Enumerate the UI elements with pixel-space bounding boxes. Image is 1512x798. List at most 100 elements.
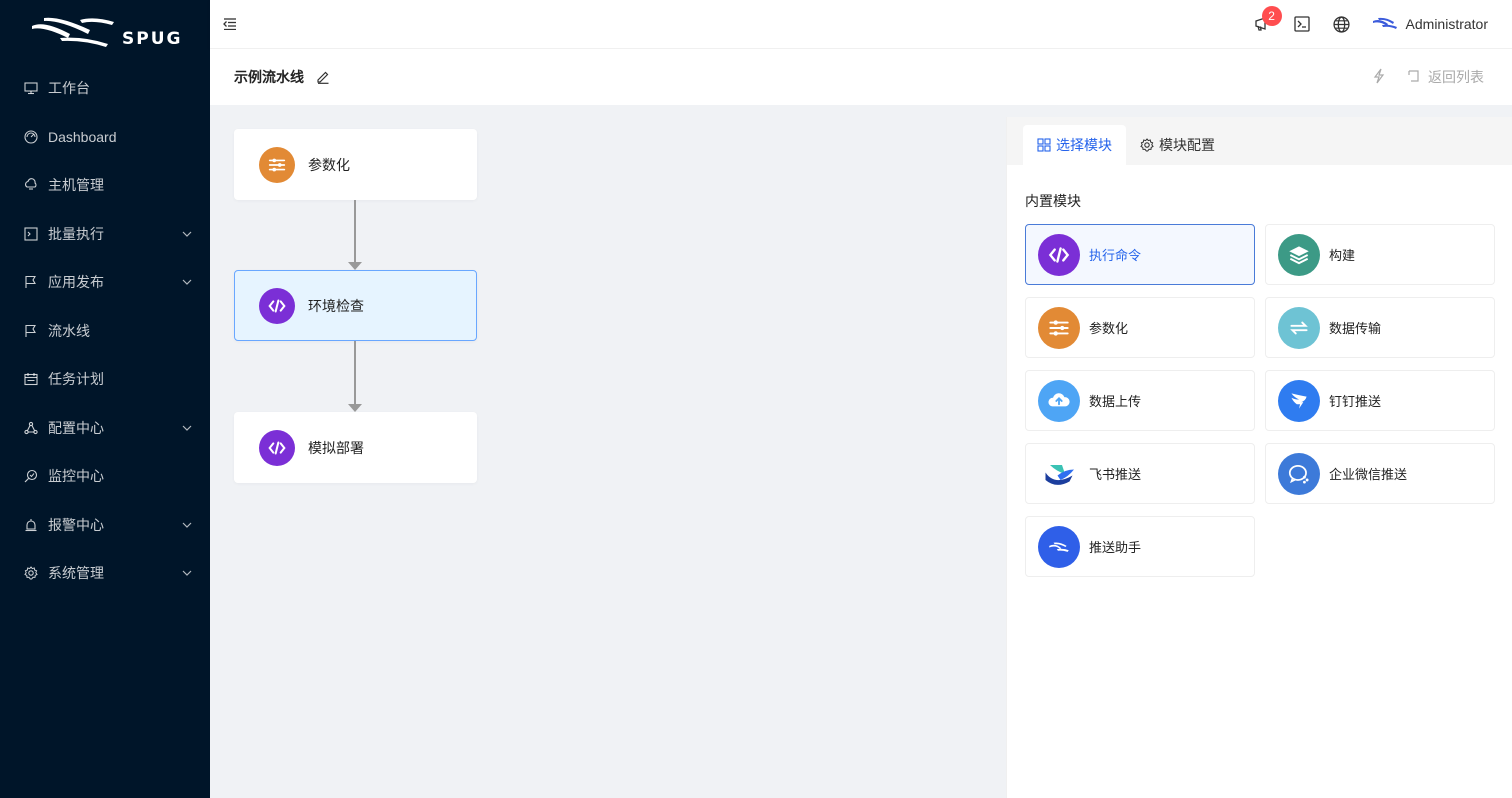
transfer-icon — [1278, 306, 1320, 349]
flag-icon — [24, 324, 38, 338]
arrow-down-icon — [348, 262, 362, 270]
flag-icon — [24, 275, 38, 289]
tab-label: 模块配置 — [1159, 137, 1215, 153]
appstore-icon — [1037, 138, 1051, 152]
wecom-icon — [1278, 452, 1320, 495]
sidebar-item-label: 工作台 — [48, 80, 90, 97]
sidebar-item-6[interactable]: 任务计划 — [0, 355, 210, 404]
module-card-label: 企业微信推送 — [1329, 467, 1408, 482]
tab-1[interactable]: 模块配置 — [1126, 125, 1229, 165]
sidebar-item-label: 配置中心 — [48, 419, 104, 436]
sidebar-item-1[interactable]: Dashboard — [0, 113, 210, 162]
sidebar-item-0[interactable]: 工作台 — [0, 64, 210, 113]
sidebar-item-label: 批量执行 — [48, 225, 104, 242]
pipeline-canvas: 参数化环境检查模拟部署 — [210, 105, 1006, 798]
module-card[interactable]: 推送助手 — [1025, 516, 1255, 577]
rollback-icon — [1406, 69, 1420, 85]
layers-icon — [1278, 233, 1320, 276]
pipeline-node[interactable]: 模拟部署 — [234, 412, 477, 483]
terminal-icon — [24, 227, 38, 241]
menu-fold-icon[interactable] — [222, 16, 238, 32]
sidebar-item-8[interactable]: 监控中心 — [0, 452, 210, 501]
module-card[interactable]: 飞书推送 — [1025, 443, 1255, 504]
back-to-list-button[interactable]: 返回列表 — [1406, 67, 1484, 87]
pipeline-node-label: 环境检查 — [308, 297, 364, 314]
chevron-down-icon — [182, 520, 192, 530]
sidebar-item-4[interactable]: 应用发布 — [0, 258, 210, 307]
logo[interactable]: SPUG — [0, 0, 210, 64]
module-card-label: 飞书推送 — [1089, 467, 1142, 482]
page-title: 示例流水线 — [234, 69, 304, 85]
back-to-list-label: 返回列表 — [1428, 69, 1484, 85]
code-icon — [259, 429, 295, 466]
sidebar-menu: 工作台 Dashboard 主机管理批量执行应用发布流水线任务计划配置中心监控中心报… — [0, 64, 210, 598]
dingtalk-icon — [1278, 379, 1320, 422]
module-card-label: 推送助手 — [1089, 540, 1142, 555]
module-card[interactable]: 钉钉推送 — [1265, 370, 1495, 431]
monitor-icon — [24, 469, 38, 483]
global-icon[interactable] — [1322, 0, 1362, 48]
top-header: 2 Administrator — [210, 0, 1512, 48]
module-grid: 执行命令 构建参数化 数据传输数据上传 钉钉推送飞书推送 企业微信推送推送助手 — [1025, 224, 1497, 577]
sidebar-item-3[interactable]: 批量执行 — [0, 210, 210, 259]
edit-icon[interactable] — [316, 70, 330, 84]
sidebar-item-5[interactable]: 流水线 — [0, 307, 210, 356]
module-card[interactable]: 构建 — [1265, 224, 1495, 285]
module-card[interactable]: 企业微信推送 — [1265, 443, 1495, 504]
deployment-icon — [24, 421, 38, 435]
pipeline-node[interactable]: 参数化 — [234, 129, 477, 200]
chevron-down-icon — [182, 277, 192, 287]
sidebar-item-label: 应用发布 — [48, 274, 104, 291]
notification-icon[interactable]: 2 — [1242, 0, 1282, 48]
page-header: 示例流水线 返回列表 — [210, 48, 1512, 105]
avatar — [1372, 16, 1398, 33]
sidebar-item-label: 流水线 — [48, 322, 90, 339]
dashboard-icon — [24, 130, 38, 144]
run-button[interactable] — [1372, 68, 1386, 87]
setting-icon — [1140, 138, 1154, 152]
module-card[interactable]: 执行命令 — [1025, 224, 1255, 285]
sidebar: SPUG 工作台 Dashboard 主机管理批量执行应用发布流水线任务计划配置中心… — [0, 0, 210, 798]
brand-name: SPUG — [122, 29, 183, 49]
module-panel: 选择模块 模块配置 内置模块 执行命令 构建 参数化 数据传输 数据上传 钉钉推送 飞书推送 企… — [1006, 117, 1512, 798]
code-icon — [1038, 233, 1080, 276]
push-assistant-icon — [1038, 525, 1080, 568]
setting-icon — [24, 566, 38, 580]
feishu-icon — [1038, 452, 1080, 495]
sidebar-item-2[interactable]: 主机管理 — [0, 161, 210, 210]
pipeline-connector — [354, 341, 356, 404]
schedule-icon — [24, 372, 38, 386]
sidebar-item-label: Dashboard — [48, 128, 117, 145]
module-card[interactable]: 数据上传 — [1025, 370, 1255, 431]
sidebar-item-7[interactable]: 配置中心 — [0, 404, 210, 453]
sidebar-item-label: 主机管理 — [48, 177, 104, 194]
terminal-icon[interactable] — [1282, 0, 1322, 48]
tab-label: 选择模块 — [1056, 137, 1112, 153]
sidebar-item-label: 任务计划 — [48, 371, 104, 388]
code-icon — [259, 287, 295, 324]
sidebar-item-label: 系统管理 — [48, 565, 104, 582]
sidebar-item-label: 报警中心 — [48, 516, 104, 533]
sidebar-item-10[interactable]: 系统管理 — [0, 549, 210, 598]
tab-0[interactable]: 选择模块 — [1023, 125, 1126, 165]
thunderbolt-icon — [1372, 68, 1386, 87]
pipeline-node-label: 参数化 — [308, 156, 350, 173]
params-icon — [259, 146, 295, 183]
sidebar-item-9[interactable]: 报警中心 — [0, 501, 210, 550]
desktop-icon — [24, 81, 38, 95]
spug-logo-icon — [32, 17, 114, 47]
module-card-label: 构建 — [1329, 248, 1356, 263]
chevron-down-icon — [182, 568, 192, 578]
pipeline-node-label: 模拟部署 — [308, 439, 364, 456]
arrow-down-icon — [348, 404, 362, 412]
params-icon — [1038, 306, 1080, 349]
module-card-label: 数据上传 — [1089, 394, 1142, 409]
user-menu[interactable]: Administrator — [1372, 16, 1488, 33]
cloud-upload-icon — [1038, 379, 1080, 422]
pipeline-node[interactable]: 环境检查 — [234, 270, 477, 341]
module-card[interactable]: 数据传输 — [1265, 297, 1495, 358]
module-card[interactable]: 参数化 — [1025, 297, 1255, 358]
pipeline-connector — [354, 200, 356, 262]
module-card-label: 钉钉推送 — [1329, 394, 1382, 409]
alert-icon — [24, 518, 38, 532]
